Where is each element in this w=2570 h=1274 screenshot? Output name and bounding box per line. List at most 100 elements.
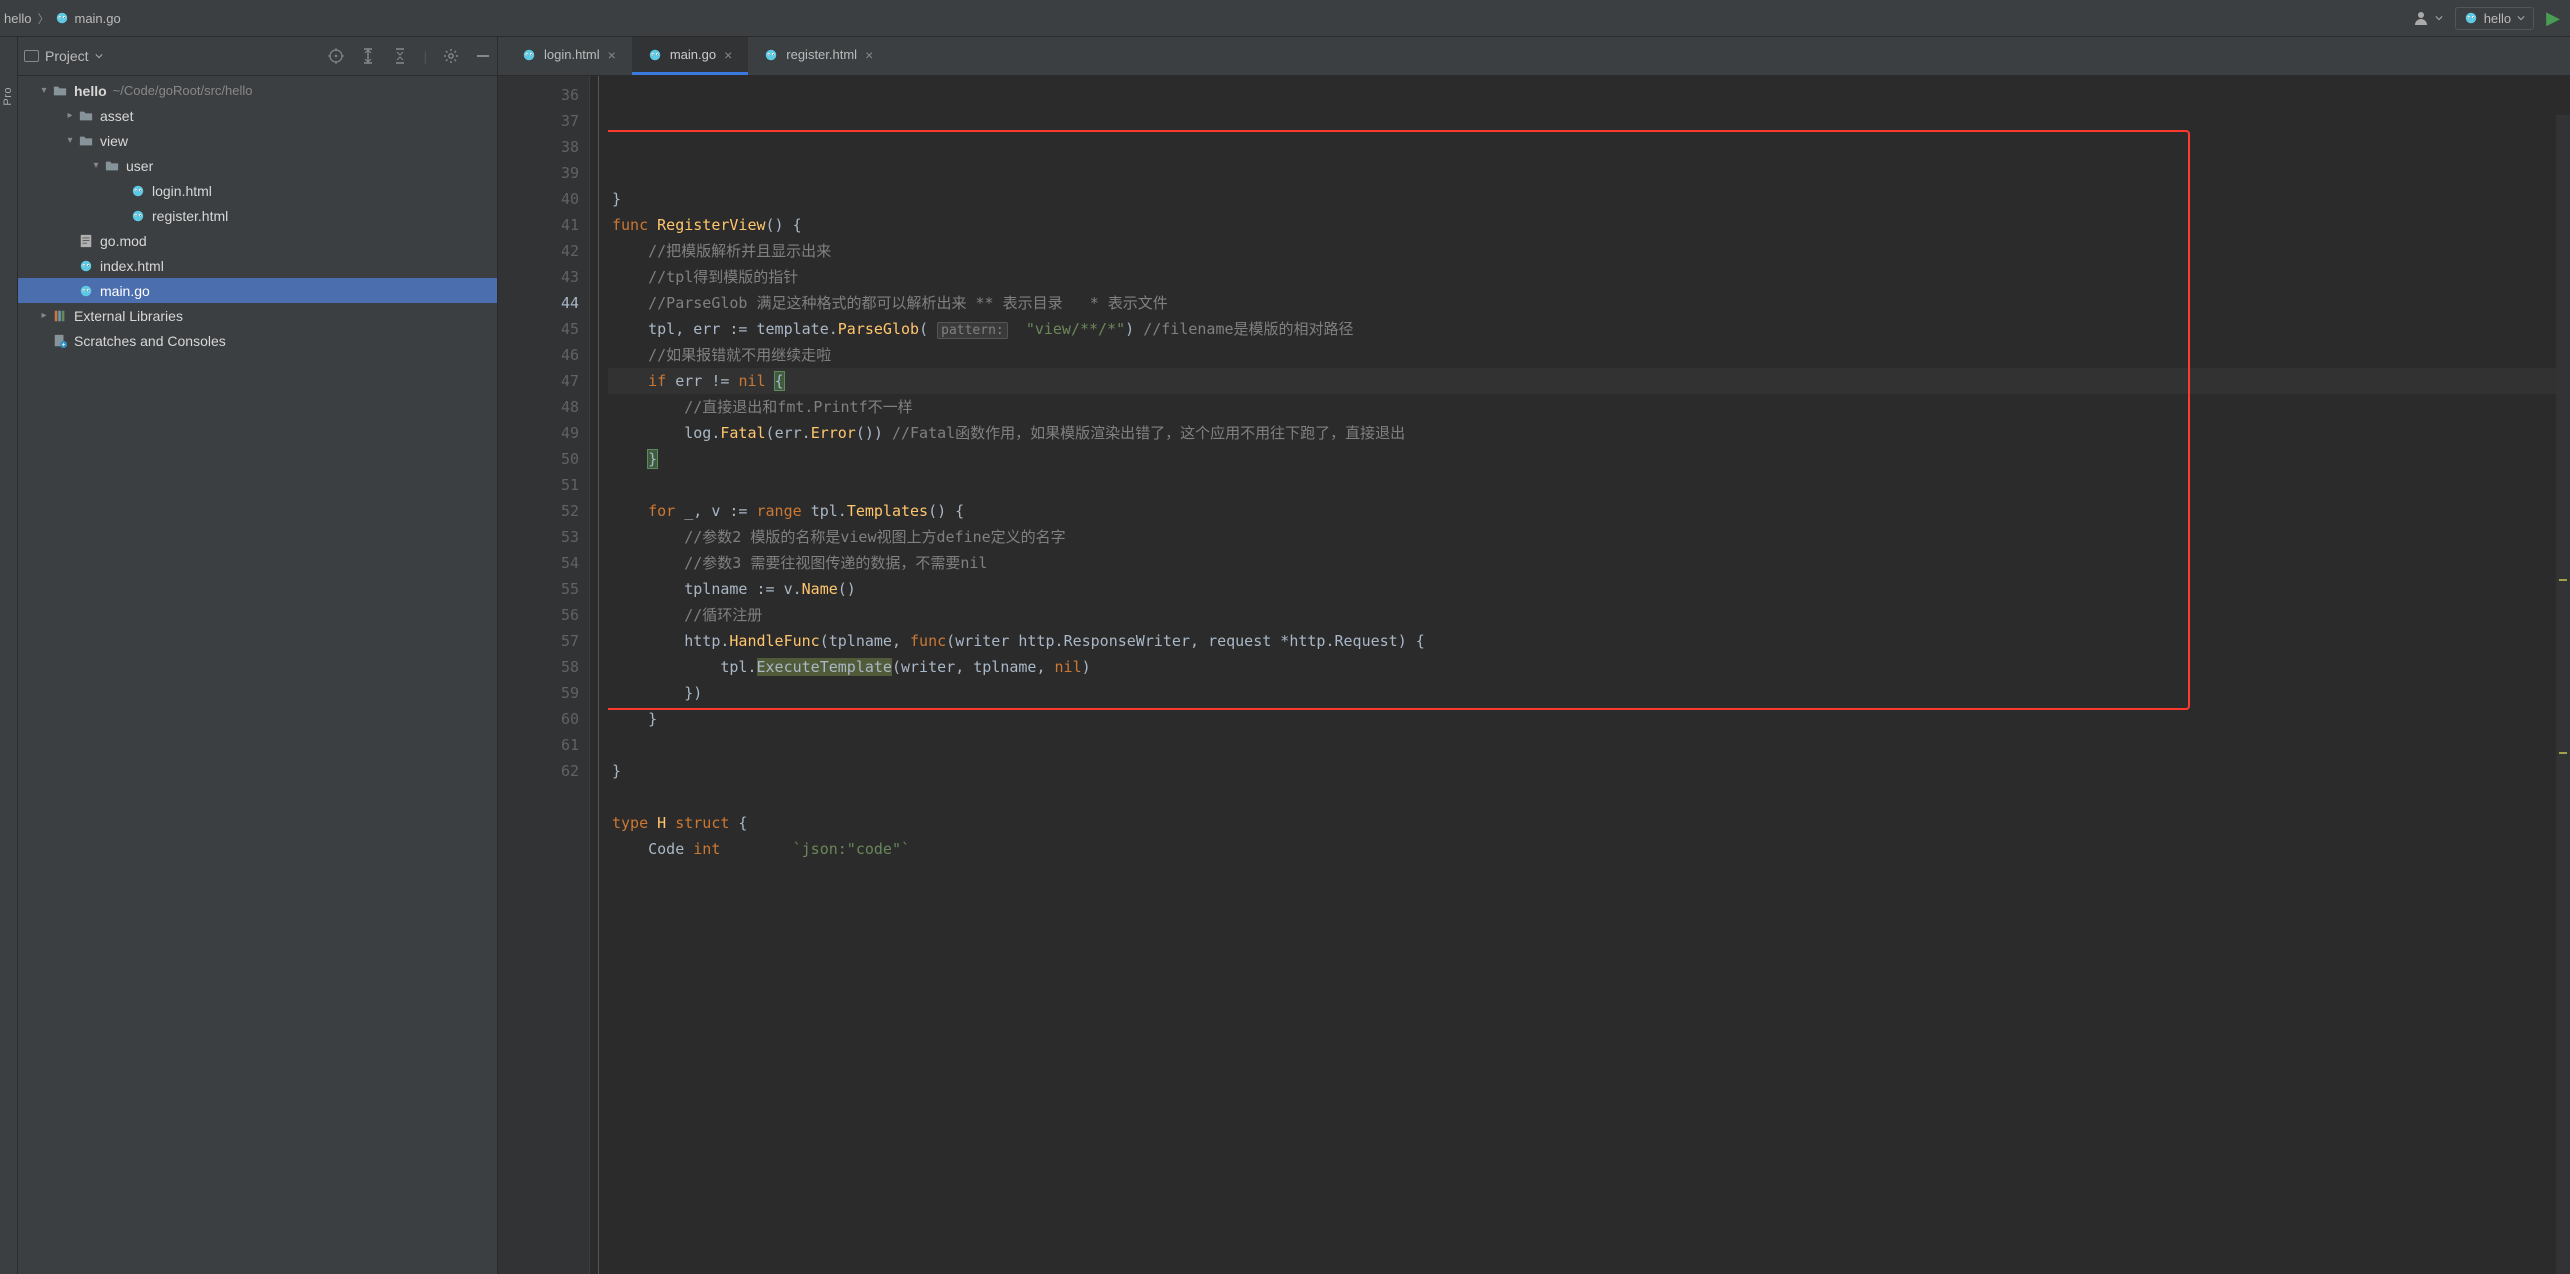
expand-all-icon[interactable] [360,48,376,64]
code-line[interactable]: log.Fatal(err.Error()) //Fatal函数作用，如果模版渲… [608,420,2570,446]
line-number[interactable]: 56 [498,602,579,628]
code-line[interactable]: //tpl得到模版的指针 [608,264,2570,290]
code-line[interactable]: for _, v := range tpl.Templates() { [608,498,2570,524]
tree-item-go-mod[interactable]: go.mod [18,228,497,253]
code-line[interactable]: tpl.ExecuteTemplate(writer, tplname, nil… [608,654,2570,680]
tab-login-html[interactable]: login.html× [506,37,632,75]
line-number[interactable]: 44 [498,290,579,316]
code-line[interactable] [608,784,2570,810]
close-icon[interactable]: × [724,47,732,63]
code-line[interactable]: //直接退出和fmt.Printf不一样 [608,394,2570,420]
tree-arrow-icon[interactable] [62,135,78,146]
close-icon[interactable]: × [865,47,873,63]
tree-item-main-go[interactable]: main.go [18,278,497,303]
tree-item-hello[interactable]: hello~/Code/goRoot/src/hello [18,78,497,103]
project-tree[interactable]: hello~/Code/goRoot/src/helloassetviewuse… [18,76,497,1274]
line-number[interactable]: 37 [498,108,579,134]
code-line[interactable]: //如果报错就不用继续走啦 [608,342,2570,368]
line-number[interactable]: 54 [498,550,579,576]
run-config-selector[interactable]: hello [2455,7,2534,30]
tree-item-user[interactable]: user [18,153,497,178]
go-icon [130,208,146,224]
code-line[interactable]: //循环注册 [608,602,2570,628]
code-line[interactable]: tplname := v.Name() [608,576,2570,602]
line-number[interactable]: 61 [498,732,579,758]
tree-item-index-html[interactable]: index.html [18,253,497,278]
tree-label: go.mod [100,233,147,249]
line-number[interactable]: 55 [498,576,579,602]
line-number[interactable]: 62 [498,758,579,784]
line-number[interactable]: 53 [498,524,579,550]
code-line[interactable]: } [608,446,2570,472]
tree-label: login.html [152,183,212,199]
tab-register-html[interactable]: register.html× [748,37,889,75]
marker-bar[interactable] [2556,115,2570,1274]
gutter[interactable]: 3637383940414243444546474849505152535455… [498,76,590,1274]
line-number[interactable]: 45 [498,316,579,342]
select-opened-file-icon[interactable] [328,48,344,64]
gear-icon[interactable] [443,48,459,64]
line-number[interactable]: 51 [498,472,579,498]
code-line[interactable]: http.HandleFunc(tplname, func(writer htt… [608,628,2570,654]
code-line[interactable]: //参数2 模版的名称是view视图上方define定义的名字 [608,524,2570,550]
code-line[interactable]: //参数3 需要往视图传递的数据，不需要nil [608,550,2570,576]
code-line[interactable] [608,472,2570,498]
tree-item-login-html[interactable]: login.html [18,178,497,203]
code-line[interactable]: tpl, err := template.ParseGlob( pattern:… [608,316,2570,342]
line-number[interactable]: 43 [498,264,579,290]
line-number[interactable]: 46 [498,342,579,368]
line-number[interactable]: 39 [498,160,579,186]
go-icon [130,183,146,199]
tree-item-external-libraries[interactable]: External Libraries [18,303,497,328]
user-menu[interactable] [2413,10,2443,26]
tree-arrow-icon[interactable] [36,85,52,96]
fold-column[interactable] [590,76,608,1274]
line-number[interactable]: 50 [498,446,579,472]
code-line[interactable]: } [608,758,2570,784]
tree-arrow-icon[interactable] [62,110,78,121]
line-number[interactable]: 57 [498,628,579,654]
line-number[interactable]: 40 [498,186,579,212]
code-line[interactable]: } [608,706,2570,732]
code-line[interactable]: //ParseGlob 满足这种格式的都可以解析出来 ** 表示目录 * 表示文… [608,290,2570,316]
collapse-all-icon[interactable] [392,48,408,64]
hide-icon[interactable] [475,48,491,64]
line-number[interactable]: 58 [498,654,579,680]
code-line[interactable]: Code int `json:"code"` [608,836,2570,862]
code-line[interactable]: if err != nil { [608,368,2570,394]
line-number[interactable]: 41 [498,212,579,238]
tool-window-stripe[interactable]: Pro [0,37,18,1274]
line-number[interactable]: 42 [498,238,579,264]
line-number[interactable]: 52 [498,498,579,524]
breadcrumb-item[interactable]: hello [4,11,31,26]
line-number[interactable]: 47 [498,368,579,394]
tree-item-scratches-and-consoles[interactable]: Scratches and Consoles [18,328,497,353]
tree-arrow-icon[interactable] [36,310,52,321]
code-line[interactable]: }) [608,680,2570,706]
close-icon[interactable]: × [608,47,616,63]
code-line[interactable]: //把模版解析并且显示出来 [608,238,2570,264]
line-number[interactable]: 36 [498,82,579,108]
code-line[interactable]: } [608,186,2570,212]
tree-item-asset[interactable]: asset [18,103,497,128]
code-editor[interactable]: }func RegisterView() { //把模版解析并且显示出来 //t… [608,76,2570,1274]
tree-item-register-html[interactable]: register.html [18,203,497,228]
run-button[interactable]: ▶ [2546,8,2560,29]
tree-arrow-icon[interactable] [88,160,104,171]
line-number[interactable]: 59 [498,680,579,706]
breadcrumb-item[interactable]: main.go [55,11,120,26]
tab-main-go[interactable]: main.go× [632,37,748,75]
project-stripe-label[interactable]: Pro [2,87,14,106]
line-number[interactable]: 48 [498,394,579,420]
code-line[interactable] [608,160,2570,186]
code-line[interactable]: type H struct { [608,810,2570,836]
line-number[interactable]: 38 [498,134,579,160]
tree-item-view[interactable]: view [18,128,497,153]
code-line[interactable] [608,732,2570,758]
project-view-selector[interactable]: Project [24,48,103,64]
lib-icon [52,308,68,324]
code-line[interactable]: func RegisterView() { [608,212,2570,238]
go-file-icon [764,48,778,62]
line-number[interactable]: 60 [498,706,579,732]
line-number[interactable]: 49 [498,420,579,446]
